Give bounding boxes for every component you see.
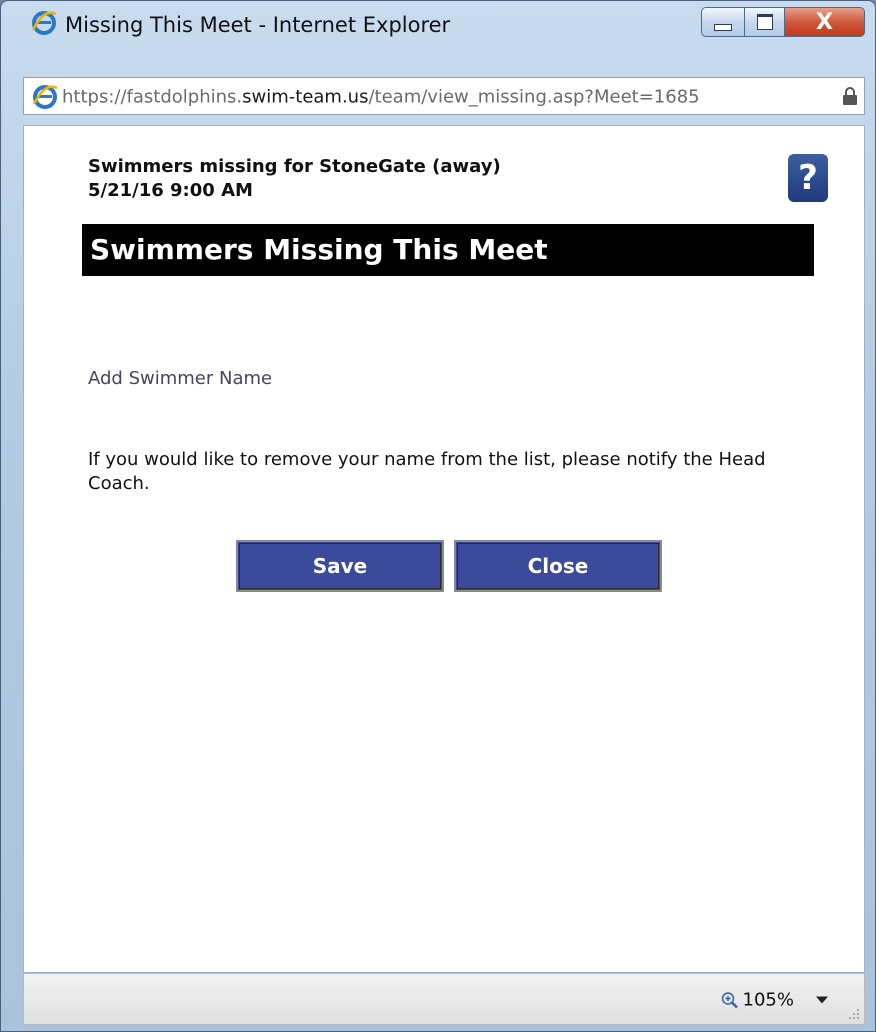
url-scheme: https:// bbox=[62, 86, 127, 108]
meet-date: 5/21/16 9:00 AM bbox=[88, 180, 253, 201]
maximize-icon bbox=[756, 14, 773, 30]
url-text[interactable]: https://fastdolphins.swim-team.us/team/v… bbox=[62, 87, 822, 108]
resize-grip-icon[interactable] bbox=[848, 1008, 860, 1020]
minimize-icon bbox=[714, 23, 732, 31]
close-icon: X bbox=[816, 9, 833, 35]
browser-window: Missing This Meet - Internet Explorer X … bbox=[0, 0, 876, 1032]
zoom-dropdown-arrow-icon[interactable] bbox=[816, 996, 828, 1004]
page-ie-icon bbox=[32, 85, 58, 109]
status-bar: 105% bbox=[23, 973, 865, 1025]
url-subdomain: fastdolphins. bbox=[126, 86, 243, 108]
url-path: /team/view_missing.asp?Meet=1685 bbox=[368, 86, 700, 108]
lock-icon[interactable] bbox=[842, 87, 858, 105]
section-title: Swimmers Missing This Meet bbox=[82, 224, 814, 276]
minimize-button[interactable] bbox=[701, 7, 745, 37]
zoom-level: 105% bbox=[742, 989, 794, 1011]
help-icon[interactable]: ? bbox=[788, 154, 828, 202]
close-button[interactable]: Close bbox=[454, 540, 662, 592]
internet-explorer-icon bbox=[31, 11, 57, 35]
title-bar[interactable]: Missing This Meet - Internet Explorer X bbox=[1, 1, 875, 47]
zoom-icon bbox=[721, 991, 738, 1008]
close-window-button[interactable]: X bbox=[785, 7, 865, 37]
address-bar[interactable]: https://fastdolphins.swim-team.us/team/v… bbox=[23, 77, 865, 115]
save-button[interactable]: Save bbox=[236, 540, 444, 592]
window-title: Missing This Meet - Internet Explorer bbox=[65, 13, 451, 37]
url-domain: swim-team.us bbox=[242, 86, 369, 108]
window-controls: X bbox=[701, 7, 865, 39]
meet-name: Swimmers missing for StoneGate (away) bbox=[88, 156, 501, 177]
maximize-button[interactable] bbox=[745, 7, 785, 37]
add-swimmer-link[interactable]: Add Swimmer Name bbox=[88, 368, 272, 389]
page-content: Swimmers missing for StoneGate (away) 5/… bbox=[23, 125, 865, 973]
zoom-control[interactable]: 105% bbox=[721, 990, 794, 1011]
remove-name-notice: If you would like to remove your name fr… bbox=[88, 449, 766, 494]
